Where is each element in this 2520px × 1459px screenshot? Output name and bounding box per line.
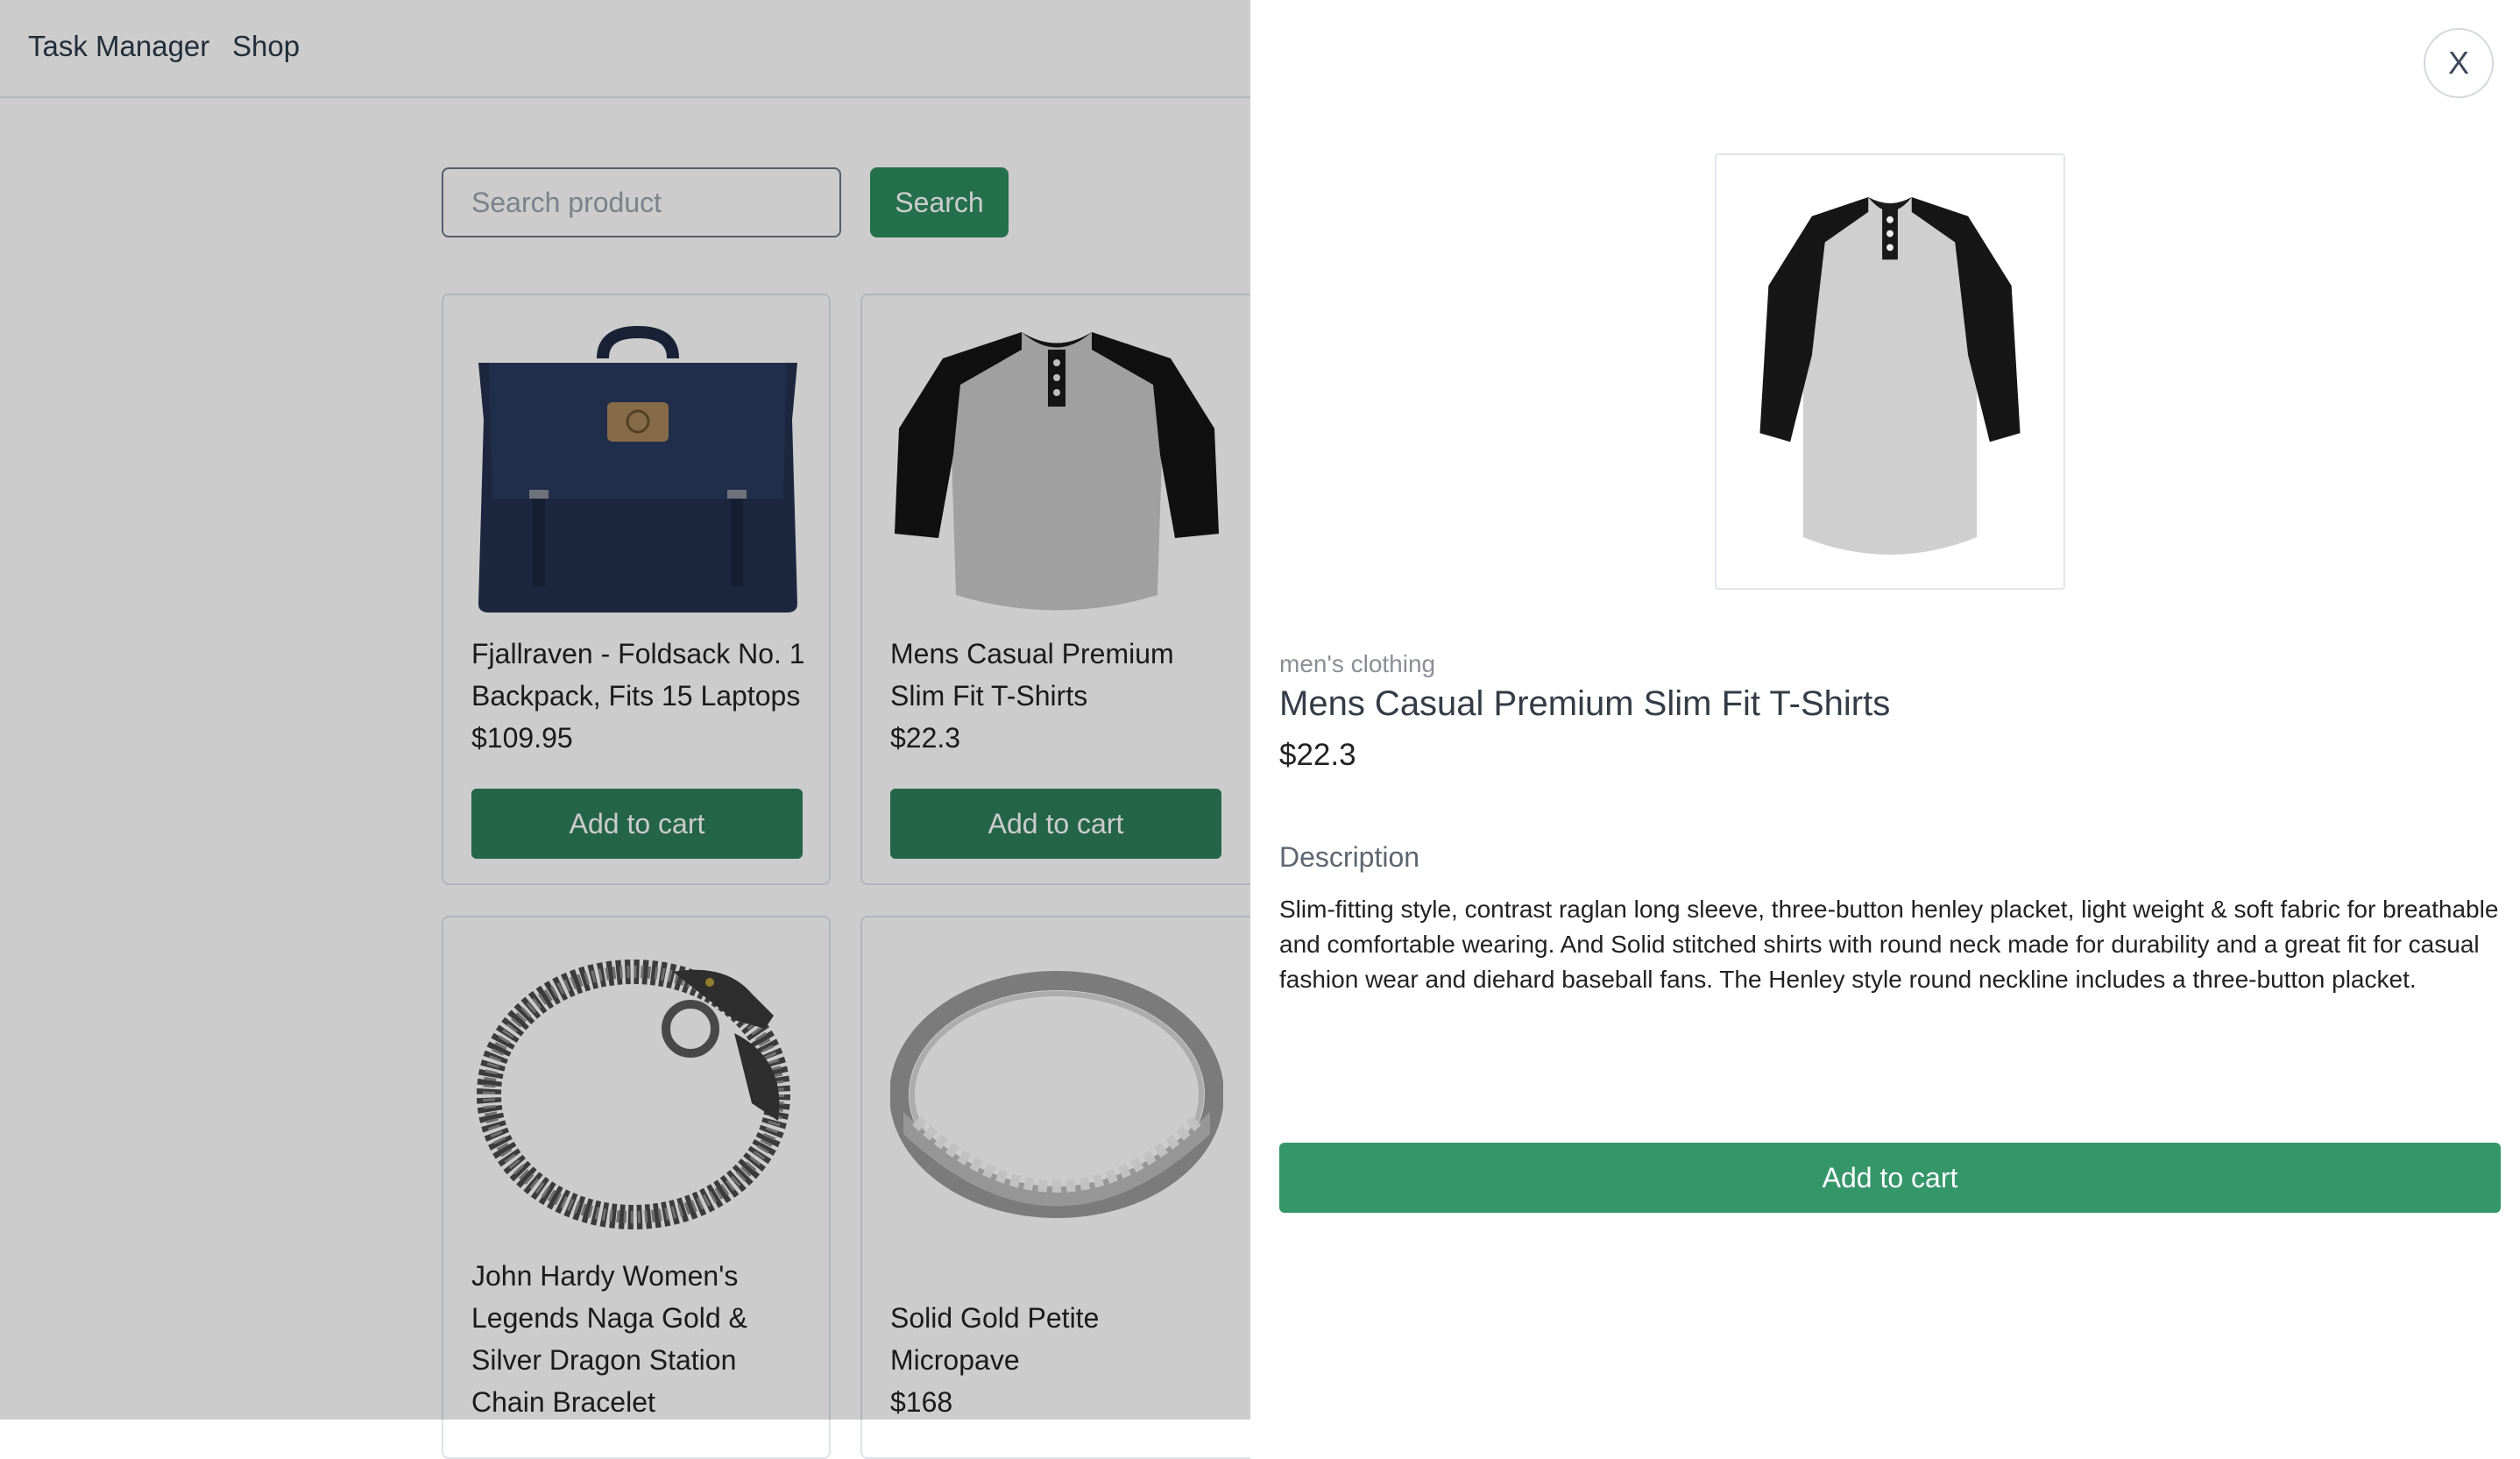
product-description: Slim-fitting style, contrast raglan long… bbox=[1279, 896, 2499, 993]
product-detail-drawer: X men's clothing Mens Casual Premium Sli… bbox=[1250, 0, 2520, 1420]
add-to-cart-button[interactable]: Add to cart bbox=[1279, 1143, 2501, 1213]
product-title: Mens Casual Premium Slim Fit T-Shirts bbox=[1279, 684, 1891, 723]
product-image-frame bbox=[1715, 153, 2065, 590]
tshirt-image bbox=[1759, 197, 2021, 555]
modal-backdrop[interactable] bbox=[0, 0, 1250, 1420]
product-price: $22.3 bbox=[1279, 738, 1356, 772]
product-category: men's clothing bbox=[1279, 650, 1436, 677]
close-button[interactable]: X bbox=[2424, 28, 2494, 98]
description-heading: Description bbox=[1279, 841, 1420, 873]
